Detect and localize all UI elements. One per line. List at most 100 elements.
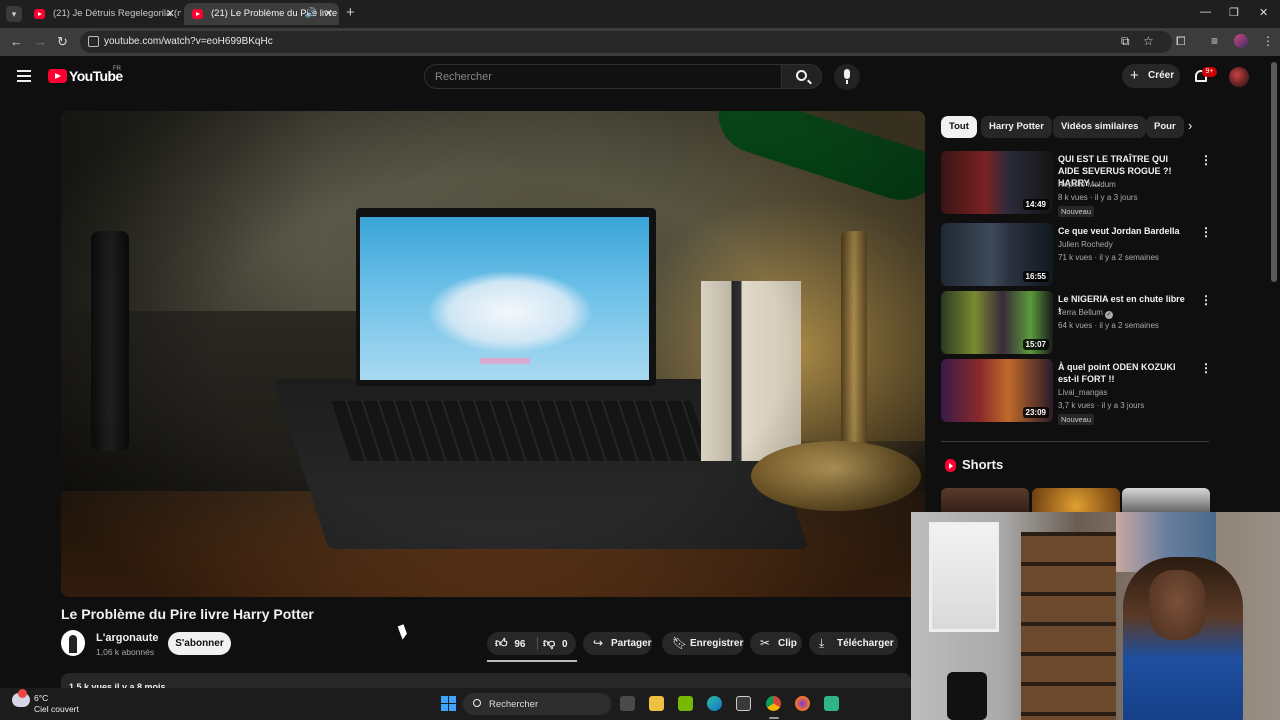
windows-start-icon[interactable] <box>441 696 456 711</box>
notification-count-badge: 9+ <box>1202 67 1217 77</box>
profile-icon[interactable] <box>1234 34 1248 48</box>
video-thumbnail[interactable]: 15:07 <box>941 291 1053 354</box>
weather-description[interactable]: Ciel couvert <box>34 704 79 714</box>
reading-list-icon[interactable]: ≡ <box>1211 34 1218 48</box>
chip-videos-similaires[interactable]: Vidéos similaires <box>1053 116 1147 138</box>
browser-toolbar: ← → ↻ youtube.com/watch?v=eoH699BKqHc ⧉ … <box>0 28 1280 56</box>
video-thumbnail[interactable]: 14:49 <box>941 151 1053 214</box>
weather-temperature[interactable]: 6°C <box>34 693 48 703</box>
site-info-icon[interactable] <box>88 36 99 47</box>
app-icon[interactable] <box>824 696 839 711</box>
chrome-icon[interactable] <box>766 696 781 711</box>
channel-name: Terra Bellum <box>1058 308 1103 317</box>
reload-icon[interactable]: ↻ <box>57 34 68 50</box>
clip-button[interactable]: ✂ Clip <box>750 632 802 655</box>
video-title: Le Problème du Pire livre Harry Potter <box>61 606 314 622</box>
channel-avatar[interactable] <box>61 630 85 656</box>
video-player[interactable] <box>61 111 925 597</box>
account-avatar[interactable] <box>1229 67 1249 87</box>
recommendation-meta: 71 k vues · il y a 2 semaines <box>1058 253 1159 262</box>
minimize-icon[interactable]: — <box>1200 6 1211 18</box>
share-label: Partager <box>611 638 652 649</box>
duration-badge: 15:07 <box>1022 339 1049 350</box>
recommendation-channel[interactable]: Repello Moldum <box>1058 180 1116 189</box>
page-scrollbar[interactable] <box>1271 62 1277 282</box>
recommendation-item[interactable]: 23:09 À quel point ODEN KOZUKI est-il FO… <box>941 359 1212 425</box>
chevron-right-icon[interactable]: › <box>1188 118 1192 133</box>
save-button[interactable]: 🔖︎ Enregistrer <box>662 632 744 655</box>
browser-tab-strip: ▾ (21) Je Détruis Regelegorila (ne ✕ (21… <box>0 0 1280 28</box>
file-explorer-icon[interactable] <box>649 696 664 711</box>
store-icon[interactable] <box>736 696 751 711</box>
recommendation-channel[interactable]: Livai_mangas <box>1058 388 1107 397</box>
recommendation-title[interactable]: Ce que veut Jordan Bardella <box>1058 225 1188 237</box>
back-icon[interactable]: ← <box>10 34 23 49</box>
filter-chips: Tout Harry Potter Vidéos similaires Pour <box>941 116 1203 138</box>
create-button[interactable]: + Créer <box>1122 64 1180 88</box>
share-button[interactable]: ↪ Partager <box>583 632 652 655</box>
hamburger-menu-icon[interactable] <box>17 70 31 85</box>
speaker-icon[interactable]: 🔊 <box>305 3 317 25</box>
subscriber-count: 1,06 k abonnés <box>96 647 155 657</box>
like-button[interactable]: 👍︎ 96 <box>495 632 525 656</box>
subscribe-button[interactable]: S'abonner <box>168 632 231 655</box>
duration-badge: 23:09 <box>1022 407 1049 418</box>
youtube-logo-icon[interactable] <box>48 69 67 83</box>
bookmark-star-icon[interactable]: ☆ <box>1143 34 1154 48</box>
firefox-icon[interactable] <box>795 696 810 711</box>
download-icon: ⤓ <box>819 636 825 650</box>
recommendation-meta: 64 k vues · il y a 2 semaines <box>1058 321 1159 330</box>
recommendation-title[interactable]: À quel point ODEN KOZUKI est-il FORT !! <box>1058 361 1188 385</box>
browser-tab-2[interactable]: (21) Le Problème du Pire livre 🔊 ✕ <box>184 3 339 25</box>
tab-title: (21) Je Détruis Regelegorila (ne <box>53 8 181 19</box>
forward-icon[interactable]: → <box>34 34 47 49</box>
more-options-icon[interactable]: ⋮ <box>1200 361 1212 375</box>
address-bar[interactable]: youtube.com/watch?v=eoH699BKqHc <box>80 31 1172 53</box>
search-button[interactable] <box>781 64 822 89</box>
recommendation-channel[interactable]: Julien Rochedy <box>1058 240 1113 249</box>
dislike-count: 0 <box>561 639 568 650</box>
weather-cloud-icon[interactable] <box>12 689 30 707</box>
more-options-icon[interactable]: ⋮ <box>1200 293 1212 307</box>
tab-search-icon[interactable]: ▾ <box>6 6 22 22</box>
download-button[interactable]: ⤓ Télécharger <box>809 632 898 655</box>
voice-search-button[interactable] <box>834 64 860 90</box>
maximize-icon[interactable]: ❐ <box>1229 6 1239 19</box>
recommendation-item[interactable]: 16:55 Ce que veut Jordan Bardella Julien… <box>941 223 1212 287</box>
close-tab-icon[interactable]: ✕ <box>324 3 333 25</box>
chip-tout[interactable]: Tout <box>941 116 977 138</box>
more-options-icon[interactable]: ⋮ <box>1200 153 1212 167</box>
close-icon[interactable]: ✕ <box>1259 6 1268 19</box>
recommendation-item[interactable]: 15:07 Le NIGERIA est en chute libre ! Te… <box>941 291 1212 355</box>
new-tab-icon[interactable]: + <box>346 4 355 21</box>
close-tab-icon[interactable]: ✕ <box>166 3 175 25</box>
menu-icon[interactable]: ⋮ <box>1262 34 1274 48</box>
channel-name[interactable]: L'argonaute <box>96 632 159 644</box>
edge-icon[interactable] <box>707 696 722 711</box>
video-thumbnail[interactable]: 23:09 <box>941 359 1053 422</box>
recommendation-item[interactable]: 14:49 QUI EST LE TRAÎTRE QUI AIDE SEVERU… <box>941 151 1212 217</box>
scissors-icon: ✂ <box>760 636 771 650</box>
chip-harry-potter[interactable]: Harry Potter <box>981 116 1052 138</box>
windows-taskbar: 6°C Ciel couvert <box>0 688 911 720</box>
thumbs-down-icon: 👎︎ <box>543 636 556 650</box>
recommendation-channel[interactable]: Terra Bellum ✓ <box>1058 308 1113 319</box>
dislike-button[interactable]: 👎︎ 0 <box>543 632 568 656</box>
nvidia-icon[interactable] <box>678 696 693 711</box>
more-options-icon[interactable]: ⋮ <box>1200 225 1212 239</box>
video-thumbnail[interactable]: 16:55 <box>941 223 1053 286</box>
taskbar-search[interactable] <box>463 693 611 715</box>
chip-pour[interactable]: Pour <box>1146 116 1184 138</box>
active-app-indicator <box>769 717 779 719</box>
like-ratio-bar <box>487 660 577 662</box>
browser-tab-1[interactable]: (21) Je Détruis Regelegorila (ne ✕ <box>26 3 181 25</box>
duration-badge: 14:49 <box>1022 199 1049 210</box>
search-input[interactable] <box>435 69 765 85</box>
clip-label: Clip <box>778 638 797 649</box>
task-view-icon[interactable] <box>620 696 635 711</box>
cast-icon[interactable]: ⧉ <box>1121 34 1130 49</box>
extensions-icon[interactable]: ⧠ <box>1176 34 1186 49</box>
like-separator <box>537 637 538 650</box>
taskbar-search-input[interactable] <box>489 697 599 711</box>
shorts-logo-icon <box>945 459 956 472</box>
